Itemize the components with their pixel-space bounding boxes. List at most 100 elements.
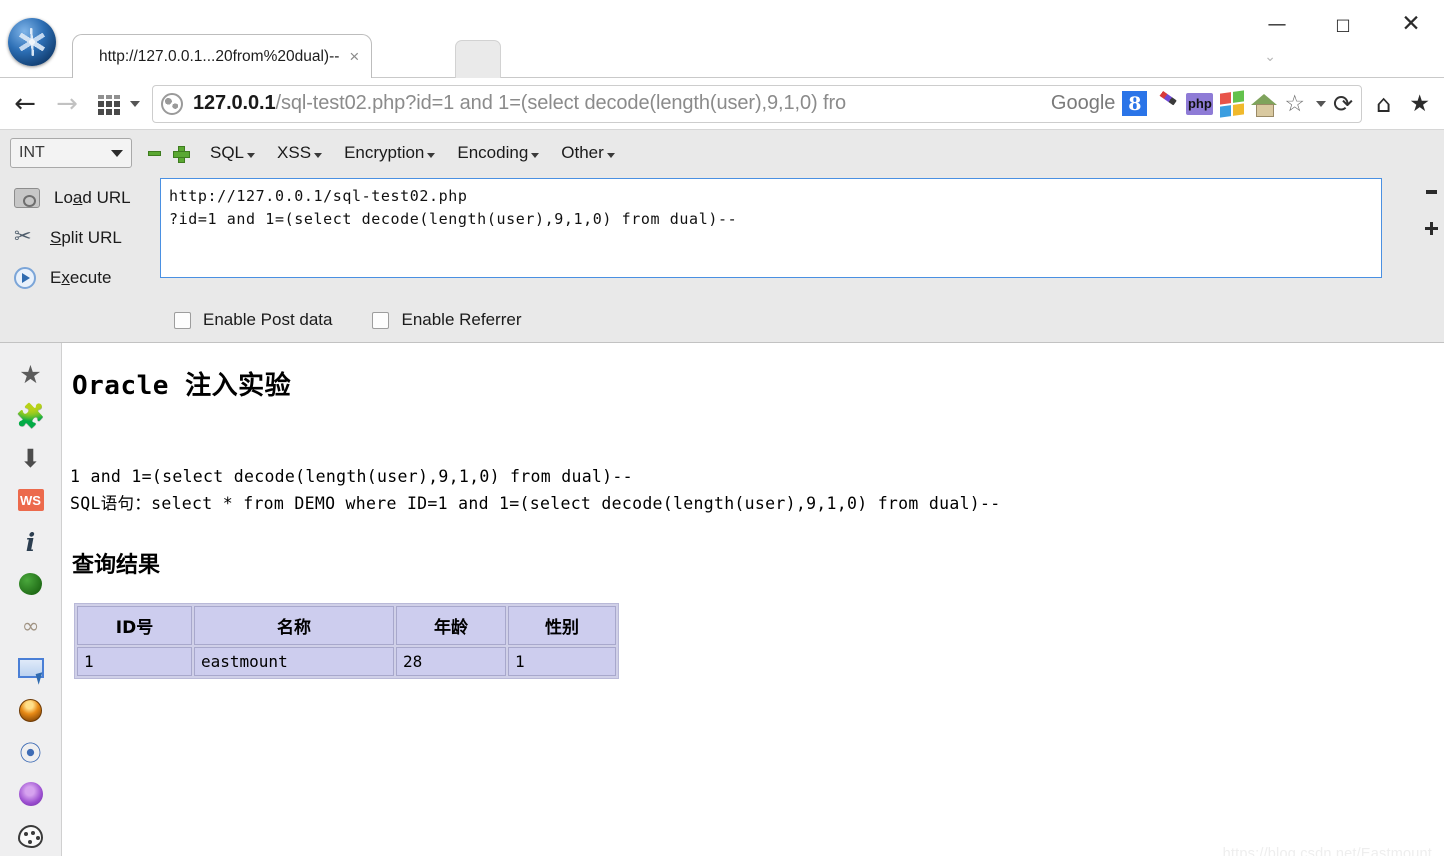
chevron-down-icon [314, 152, 323, 158]
browser-tab[interactable]: http://127.0.0.1...20from%20dual)-- × [72, 34, 373, 78]
watermark: https://blog.csdn.net/Eastmount [1222, 846, 1432, 856]
nav-right-group: ⌂ ★ [1370, 90, 1444, 118]
home-green-icon[interactable] [1251, 92, 1278, 117]
arrow-left-icon: ← [14, 88, 36, 119]
column-header-id: ID号 [77, 606, 192, 646]
window-close-button[interactable]: ✕ [1388, 8, 1434, 40]
tab-title: http://127.0.0.1...20from%20dual)-- [99, 47, 340, 65]
green-blob-icon[interactable] [0, 563, 62, 605]
omnibox-icon-group: Google 8 php ☆ ⟳ [1047, 90, 1353, 118]
new-tab-button[interactable] [455, 40, 501, 78]
menu-encoding-label: Encoding [457, 143, 529, 162]
tab-close-icon[interactable]: × [349, 47, 359, 66]
chevron-down-icon [111, 149, 123, 157]
star-outline-icon[interactable]: ☆ [1284, 91, 1305, 117]
info-italic-icon[interactable]: i [0, 521, 62, 563]
menu-sql-label: SQL [210, 143, 245, 162]
element-picker-icon[interactable] [0, 647, 62, 689]
zoom-out-button[interactable] [1425, 190, 1437, 194]
add-row-button[interactable] [173, 145, 190, 163]
cell-name: eastmount [194, 647, 394, 677]
load-url-icon [14, 188, 40, 208]
enable-referrer-label: Enable Referrer [401, 310, 522, 329]
back-button[interactable]: ← [8, 87, 42, 121]
load-url-label: Load URL [54, 188, 131, 207]
result-heading: 查询结果 [72, 553, 161, 579]
chevron-down-icon [247, 152, 256, 158]
play-icon [14, 267, 36, 289]
cell-age: 28 [396, 647, 506, 677]
cell-sex: 1 [508, 647, 616, 677]
ws-badge-icon[interactable]: WS [0, 479, 62, 521]
home-icon[interactable]: ⌂ [1376, 90, 1391, 118]
split-url-button[interactable]: ✂ Split URL [14, 218, 160, 258]
reload-icon[interactable]: ⟳ [1333, 90, 1353, 118]
purple-virus-icon[interactable] [0, 773, 62, 815]
php-icon[interactable]: php [1186, 92, 1214, 115]
google-8-icon[interactable]: 8 [1122, 91, 1148, 116]
download-arrow-icon[interactable]: ⬇ [0, 437, 62, 479]
cell-id: 1 [77, 647, 192, 677]
windows-icon[interactable] [1220, 89, 1245, 118]
url-path: /sql-test02.php?id=1 and 1=(select decod… [275, 92, 847, 114]
checkbox-box[interactable] [372, 311, 390, 329]
type-select[interactable]: INT [10, 138, 132, 168]
bookmark-star-icon[interactable]: ★ [1409, 91, 1430, 117]
menu-xss-label: XSS [277, 143, 312, 162]
pen-icon[interactable] [1154, 91, 1179, 116]
column-header-sex: 性别 [508, 606, 616, 646]
load-url-button[interactable]: Load URL [14, 178, 160, 218]
grid-icon [98, 93, 120, 115]
hackbar-panel: INT SQL XSS Encryption Encoding Other Lo… [0, 130, 1444, 343]
menu-other-label: Other [561, 143, 604, 162]
title-bar: http://127.0.0.1...20from%20dual)-- × ⌄ … [0, 0, 1444, 78]
execute-label: Execute [50, 268, 112, 287]
browser-logo-icon [8, 18, 56, 66]
enable-post-data-label: Enable Post data [203, 310, 333, 329]
extension-sidebar: ★ 🧩 ⬇ WS i ∞ ⦿ [0, 343, 62, 856]
table-row: 1 eastmount 28 1 [77, 647, 616, 677]
arrow-right-icon: → [56, 88, 78, 119]
hackbar-toolbar-row: INT SQL XSS Encryption Encoding Other [0, 136, 1444, 170]
menu-other[interactable]: Other [561, 143, 615, 163]
palette-icon[interactable] [0, 815, 62, 856]
injection-output: 1 and 1=(select decode(length(user),9,1,… [70, 464, 1444, 517]
forward-button[interactable]: → [50, 87, 84, 121]
url-textarea[interactable] [160, 178, 1382, 278]
window-minimize-button[interactable]: — [1254, 8, 1300, 40]
address-bar[interactable]: 127.0.0.1/sql-test02.php?id=1 and 1=(sel… [152, 84, 1363, 123]
menu-sql[interactable]: SQL [210, 143, 256, 163]
search-engine-label: Google [1050, 92, 1116, 114]
menu-encryption[interactable]: Encryption [344, 143, 436, 163]
page-content: Oracle 注入实验 1 and 1=(select decode(lengt… [62, 343, 1444, 856]
omnibox-chevron-down-icon[interactable] [1316, 100, 1327, 107]
navigation-bar: ← → 127.0.0.1/sql-test02.php?id=1 and 1=… [0, 78, 1444, 130]
scissors-icon: ✂ [14, 224, 32, 248]
zoom-in-button[interactable] [1424, 222, 1438, 235]
chain-link-icon[interactable]: ∞ [0, 605, 62, 647]
hackbar-url-area [160, 178, 1444, 298]
menu-encoding[interactable]: Encoding [457, 143, 540, 163]
address-bar-url: 127.0.0.1/sql-test02.php?id=1 and 1=(sel… [193, 92, 1047, 115]
star-icon[interactable]: ★ [0, 353, 62, 395]
apps-menu-chevron-down-icon[interactable] [130, 100, 140, 107]
execute-button[interactable]: Execute [14, 258, 160, 298]
query-result-table: ID号 名称 年龄 性别 1 eastmount 28 1 [74, 603, 619, 680]
checkbox-box[interactable] [174, 311, 191, 329]
menu-xss[interactable]: XSS [277, 143, 323, 163]
orange-ball-icon[interactable] [0, 689, 62, 731]
split-url-label: Split URL [50, 228, 122, 247]
enable-referrer-checkbox[interactable]: Enable Referrer [372, 310, 522, 330]
enable-post-data-checkbox[interactable]: Enable Post data [174, 310, 332, 330]
chevron-down-icon [427, 152, 436, 158]
hackbar-main-row: Load URL ✂ Split URL Execute [0, 170, 1444, 298]
chevron-down-icon [606, 152, 615, 158]
remove-row-button[interactable] [148, 150, 161, 156]
apps-menu-button[interactable] [92, 87, 126, 121]
seahorse-icon[interactable]: ⦿ [0, 731, 62, 773]
chevron-down-icon[interactable]: ⌄ [1264, 48, 1276, 65]
puzzle-icon[interactable]: 🧩 [0, 395, 62, 437]
content-area: ★ 🧩 ⬇ WS i ∞ ⦿ Oracle 注入实验 1 and 1=(sele… [0, 343, 1444, 856]
window-maximize-button[interactable]: □ [1320, 8, 1366, 40]
column-header-age: 年龄 [396, 606, 506, 646]
